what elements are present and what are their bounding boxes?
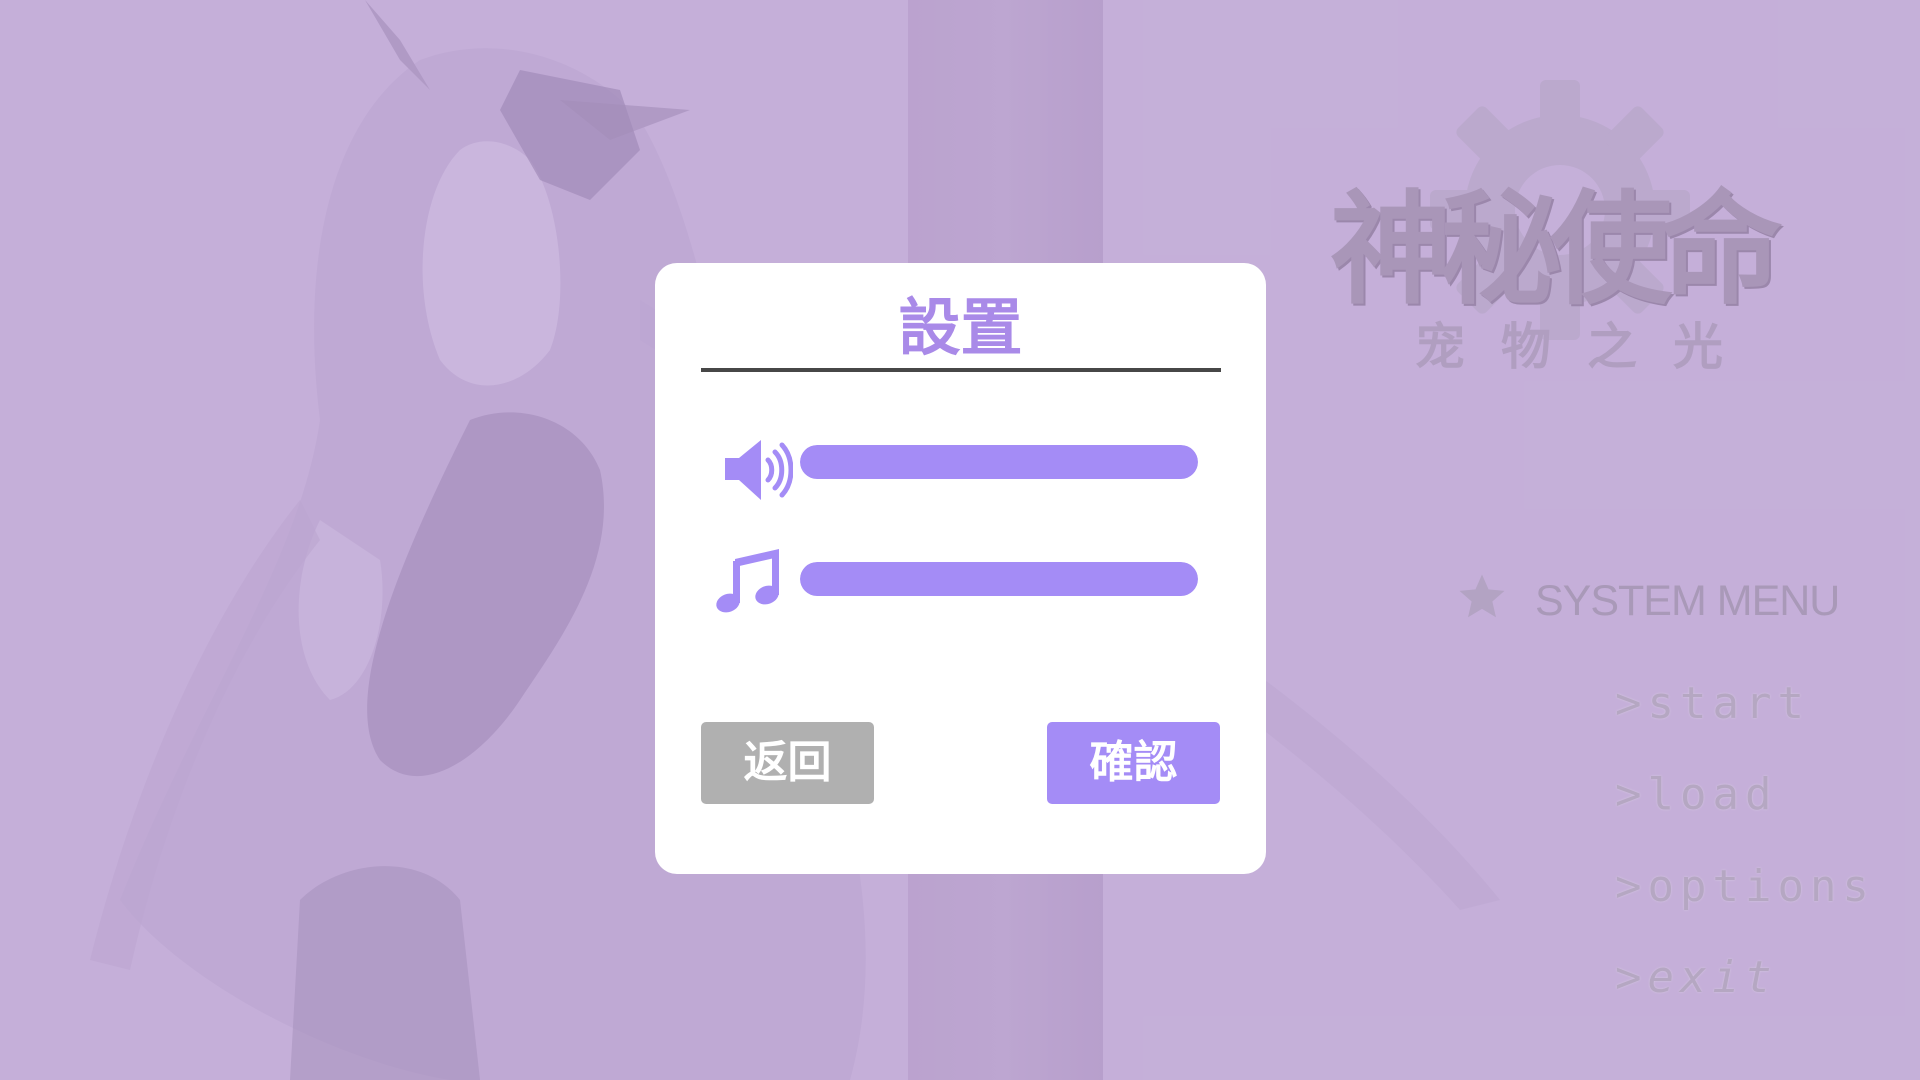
- dialog-title: 設置: [898, 291, 1023, 364]
- menu-item-exit[interactable]: >exit: [1615, 948, 1777, 1008]
- music-slider-fill: [800, 562, 1198, 596]
- volume-slider-fill: [800, 445, 1198, 479]
- volume-slider[interactable]: [800, 445, 1198, 479]
- back-button[interactable]: 返回: [701, 722, 874, 804]
- confirm-button[interactable]: 確認: [1047, 722, 1220, 804]
- game-logo-subtitle: 宠物之光: [1415, 318, 1759, 376]
- game-logo-title: 神秘使命: [1330, 179, 1782, 321]
- menu-item-start[interactable]: >start: [1615, 674, 1810, 734]
- music-note-icon: [716, 549, 779, 613]
- music-slider[interactable]: [800, 562, 1198, 596]
- settings-dialog: 設置 返回 確認: [655, 263, 1266, 874]
- menu-item-load[interactable]: >load: [1615, 765, 1777, 825]
- speaker-icon: [725, 440, 793, 500]
- star-icon: [1459, 574, 1505, 618]
- menu-item-options[interactable]: >options: [1615, 857, 1875, 917]
- title-divider: [701, 368, 1221, 372]
- system-menu-header: SYSTEM MENU: [1535, 577, 1840, 625]
